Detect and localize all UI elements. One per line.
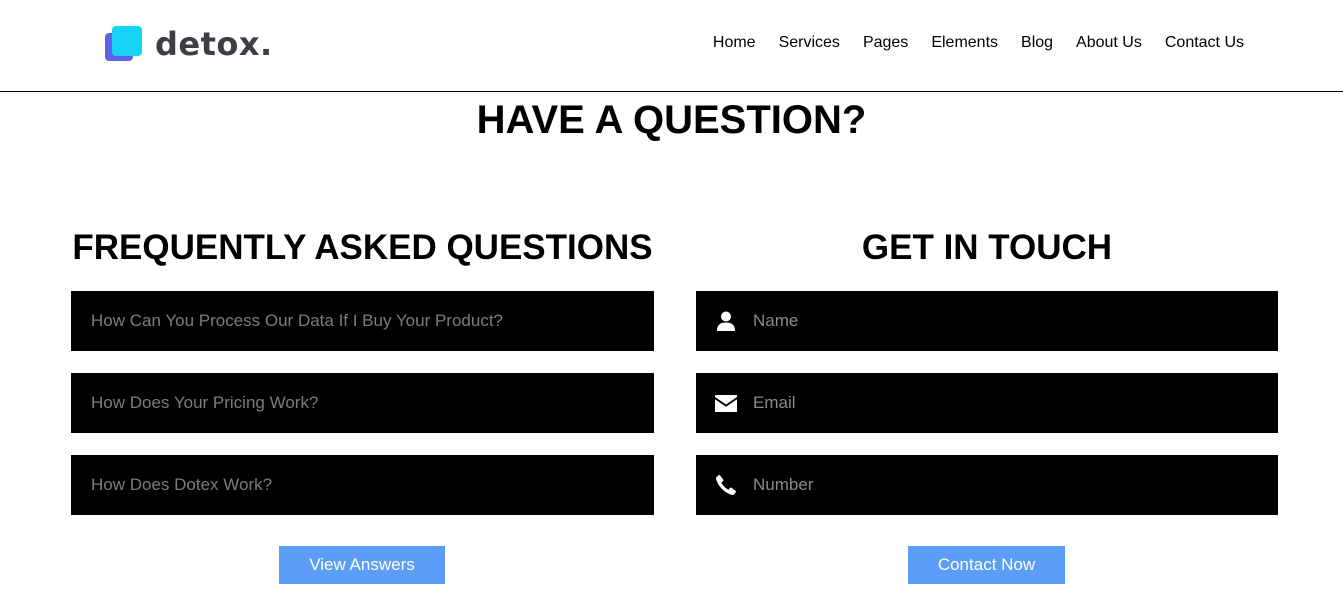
brand-name: detox. xyxy=(155,25,273,63)
name-field-container xyxy=(696,291,1278,351)
nav-item-pages[interactable]: Pages xyxy=(863,34,908,52)
faq-item[interactable]: How Can You Process Our Data If I Buy Yo… xyxy=(71,291,654,351)
envelope-icon xyxy=(715,392,737,414)
faq-question: How Does Your Pricing Work? xyxy=(91,393,319,412)
main-nav: Home Services Pages Elements Blog About … xyxy=(713,34,1244,52)
faq-question: How Does Dotex Work? xyxy=(91,475,273,494)
contact-title: GET IN TOUCH xyxy=(861,228,1113,267)
logo-icon xyxy=(105,25,143,63)
faq-title: FREQUENTLY ASKED QUESTIONS xyxy=(72,228,653,267)
nav-item-contact-us[interactable]: Contact Us xyxy=(1165,34,1244,52)
nav-item-about-us[interactable]: About Us xyxy=(1076,34,1142,52)
site-header: detox. Home Services Pages Elements Blog… xyxy=(0,0,1343,92)
nav-item-elements[interactable]: Elements xyxy=(931,34,998,52)
number-input[interactable] xyxy=(753,455,1278,515)
email-input[interactable] xyxy=(753,373,1278,433)
nav-item-blog[interactable]: Blog xyxy=(1021,34,1053,52)
number-field-container xyxy=(696,455,1278,515)
faq-item[interactable]: How Does Dotex Work? xyxy=(71,455,654,515)
faq-item[interactable]: How Does Your Pricing Work? xyxy=(71,373,654,433)
contact-now-button[interactable]: Contact Now xyxy=(908,546,1065,584)
email-field-container xyxy=(696,373,1278,433)
nav-item-services[interactable]: Services xyxy=(779,34,840,52)
name-input[interactable] xyxy=(753,291,1278,351)
faq-question: How Can You Process Our Data If I Buy Yo… xyxy=(91,311,504,330)
nav-item-home[interactable]: Home xyxy=(713,34,756,52)
phone-icon xyxy=(715,474,737,496)
user-icon xyxy=(715,310,737,332)
page-title: HAVE A QUESTION? xyxy=(476,98,867,142)
view-answers-button[interactable]: View Answers xyxy=(279,546,445,584)
brand-logo[interactable]: detox. xyxy=(105,24,273,64)
